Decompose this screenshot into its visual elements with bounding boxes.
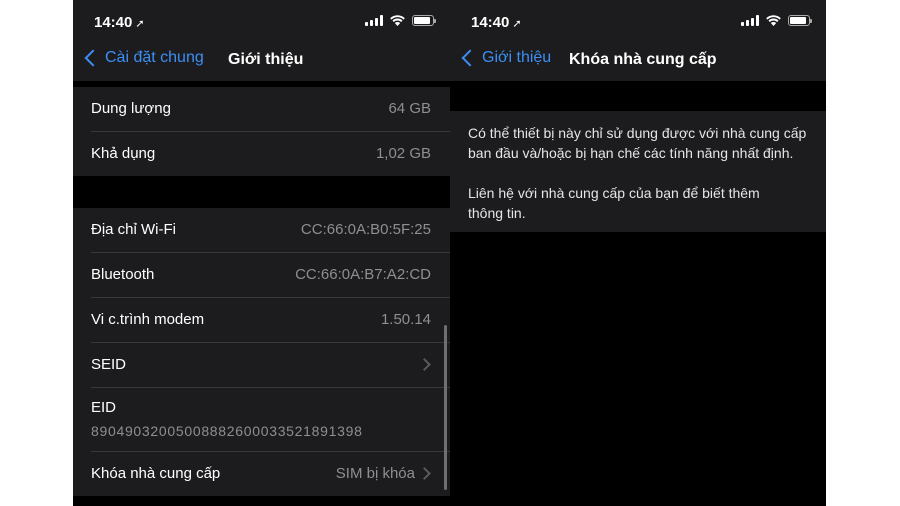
row-value: 1.50.14 bbox=[380, 311, 431, 328]
navigation-bar: Giới thiệu Khóa nhà cung cấp bbox=[450, 44, 826, 81]
back-button-label: Giới thiệu bbox=[482, 49, 552, 66]
battery-icon bbox=[788, 15, 812, 26]
row-value: SIM bị khóa bbox=[335, 465, 415, 482]
row-capacity: Dung lượng 64 GB bbox=[91, 87, 450, 132]
info-line: ban đầu và/hoặc bị hạn chế các tính năng… bbox=[468, 145, 794, 161]
about-screen: 14:40 ➚ Cài đặt chung Giới thiệu Dung lượ… bbox=[73, 0, 450, 506]
row-bluetooth: Bluetooth CC:66:0A:B7:A2:CD bbox=[91, 253, 450, 298]
info-line: Liên hệ với nhà cung cấp của bạn để biết… bbox=[468, 185, 760, 201]
row-eid: EID 89049032005008882600033521891398 bbox=[91, 388, 450, 452]
row-value: CC:66:0A:B0:5F:25 bbox=[300, 221, 431, 238]
info-paragraph-1: Có thể thiết bị này chỉ sử dụng được với… bbox=[468, 123, 808, 163]
location-arrow-icon: ➚ bbox=[135, 18, 145, 30]
navigation-bar: Cài đặt chung Giới thiệu bbox=[73, 44, 450, 81]
network-group: Địa chỉ Wi-Fi CC:66:0A:B0:5F:25 Bluetoot… bbox=[73, 208, 450, 496]
row-label: Địa chỉ Wi-Fi bbox=[91, 221, 176, 238]
status-icons bbox=[741, 15, 812, 26]
storage-group: Dung lượng 64 GB Khả dụng 1,02 GB bbox=[73, 87, 450, 176]
wifi-icon bbox=[390, 15, 405, 26]
row-carrier-lock[interactable]: Khóa nhà cung cấp SIM bị khóa bbox=[91, 452, 450, 496]
row-label: Khả dụng bbox=[91, 145, 156, 162]
location-arrow-icon: ➚ bbox=[512, 18, 522, 30]
row-value: CC:66:0A:B7:A2:CD bbox=[295, 266, 431, 283]
row-label: Vi c.trình modem bbox=[91, 311, 205, 328]
carrier-lock-info: Có thể thiết bị này chỉ sử dụng được với… bbox=[450, 111, 826, 232]
row-label: EID bbox=[91, 399, 117, 416]
status-time: 14:40 bbox=[94, 14, 133, 31]
row-value: 64 GB bbox=[388, 100, 431, 117]
status-bar: 14:40 ➚ bbox=[450, 0, 826, 44]
battery-icon bbox=[412, 15, 436, 26]
cellular-signal-icon bbox=[741, 15, 759, 26]
page-title: Khóa nhà cung cấp bbox=[569, 51, 717, 68]
row-label: Dung lượng bbox=[91, 100, 171, 117]
row-value: 1,02 GB bbox=[375, 145, 431, 162]
wifi-icon bbox=[766, 15, 781, 26]
chevron-left-icon bbox=[461, 49, 479, 67]
info-line: thông tin. bbox=[468, 205, 526, 221]
back-button[interactable]: Cài đặt chung bbox=[83, 49, 204, 67]
status-time-group: 14:40 ➚ bbox=[94, 14, 145, 31]
info-line: Có thể thiết bị này chỉ sử dụng được với… bbox=[468, 125, 807, 141]
chevron-right-icon bbox=[418, 467, 431, 480]
eid-value: 89049032005008882600033521891398 bbox=[91, 423, 363, 439]
back-button[interactable]: Giới thiệu bbox=[460, 49, 551, 67]
row-label: SEID bbox=[91, 356, 127, 373]
row-wifi-address: Địa chỉ Wi-Fi CC:66:0A:B0:5F:25 bbox=[91, 208, 450, 253]
scrollbar[interactable] bbox=[444, 325, 447, 490]
status-time-group: 14:40 ➚ bbox=[471, 14, 522, 31]
row-label: Khóa nhà cung cấp bbox=[91, 465, 221, 482]
page-title: Giới thiệu bbox=[228, 51, 304, 68]
chevron-left-icon bbox=[84, 49, 102, 67]
carrier-lock-screen: 14:40 ➚ Giới thiệu Khóa nhà cung cấp Có t… bbox=[450, 0, 826, 506]
row-seid[interactable]: SEID bbox=[91, 343, 450, 388]
back-button-label: Cài đặt chung bbox=[105, 49, 204, 66]
chevron-right-icon bbox=[418, 358, 431, 371]
status-time: 14:40 bbox=[471, 14, 510, 31]
row-modem-firmware: Vi c.trình modem 1.50.14 bbox=[91, 298, 450, 343]
status-icons bbox=[365, 15, 436, 26]
cellular-signal-icon bbox=[365, 15, 383, 26]
info-paragraph-2: Liên hệ với nhà cung cấp của bạn để biết… bbox=[468, 183, 808, 223]
row-label: Bluetooth bbox=[91, 266, 155, 283]
row-available: Khả dụng 1,02 GB bbox=[91, 132, 450, 176]
status-bar: 14:40 ➚ bbox=[73, 0, 450, 44]
